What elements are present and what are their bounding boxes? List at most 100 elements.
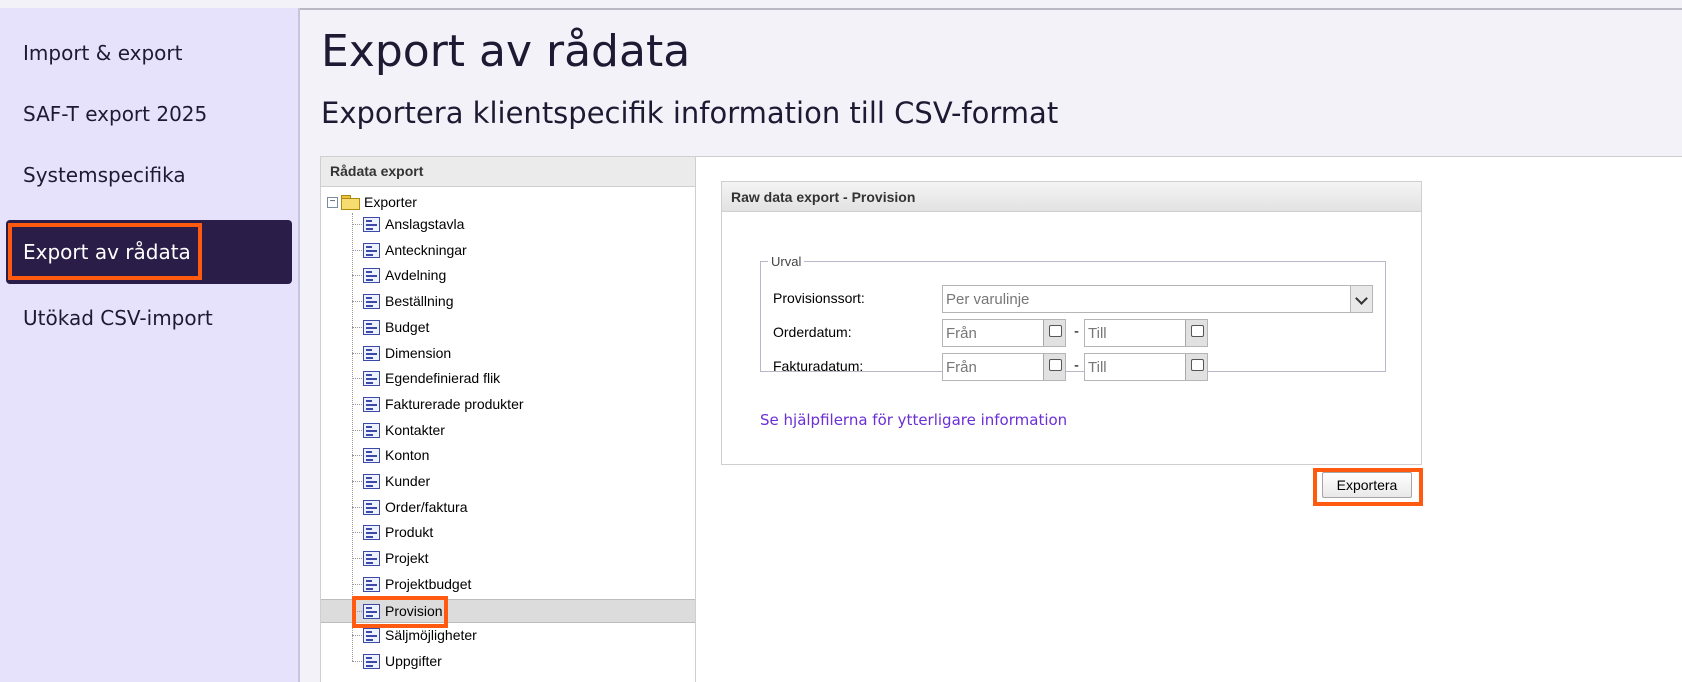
provisionssort-value: Per varulinje xyxy=(946,291,1030,308)
tree-item[interactable]: Kontakter xyxy=(321,419,695,443)
fakturadatum-to-input[interactable]: Till xyxy=(1084,353,1208,381)
urval-legend: Urval xyxy=(771,254,802,269)
tree-item-label: Konton xyxy=(385,447,430,464)
tree-item[interactable]: Budget xyxy=(321,316,695,340)
fakturadatum-to-placeholder: Till xyxy=(1088,359,1107,376)
tree-connector xyxy=(352,249,362,251)
tree-item-label: Budget xyxy=(385,318,430,335)
tree-item-label: Provision xyxy=(385,602,443,619)
collapse-icon[interactable]: − xyxy=(327,196,338,208)
export-button[interactable]: Exportera xyxy=(1322,472,1412,498)
tree-item[interactable]: Säljmöjligheter xyxy=(321,624,695,648)
tree-item-label: Uppgifter xyxy=(385,652,442,669)
list-document-icon xyxy=(363,603,380,619)
top-divider xyxy=(300,8,1682,10)
tree-item[interactable]: Order/faktura xyxy=(321,496,695,520)
tree-connector xyxy=(352,610,362,612)
tree-item-label: Säljmöjligheter xyxy=(385,627,477,644)
tree-item-label: Kunder xyxy=(385,473,431,489)
tree-item-label: Anslagstavla xyxy=(385,216,465,232)
list-document-icon xyxy=(363,499,380,515)
tree-item[interactable]: Fakturerade produkter xyxy=(321,393,695,417)
calendar-icon[interactable] xyxy=(1043,354,1065,380)
tree-item[interactable]: Provision xyxy=(321,598,695,623)
tree-item-label: Dimension xyxy=(385,344,452,361)
list-document-icon xyxy=(363,551,380,567)
list-document-icon xyxy=(363,576,380,592)
list-document-icon xyxy=(363,474,380,489)
tree-connector xyxy=(352,583,362,585)
tree-root-exporter[interactable]: − Exporter xyxy=(327,191,417,213)
tree-item[interactable]: Uppgifter xyxy=(321,650,695,674)
provisionssort-select[interactable]: Per varulinje xyxy=(942,285,1373,313)
tree-item[interactable]: Egendefinierad flik xyxy=(321,367,695,391)
calendar-icon[interactable] xyxy=(1185,320,1207,346)
chevron-down-icon[interactable] xyxy=(1350,286,1372,312)
sidebar-item-utokad-csv-import[interactable]: Utökad CSV-import xyxy=(6,286,292,350)
urval-fieldset: Urval Provisionssort: Per varulinje Orde… xyxy=(760,254,1386,381)
list-document-icon xyxy=(363,217,380,232)
tree-panel: Rådata export − Exporter Anslagstavla Ant… xyxy=(320,156,696,682)
orderdatum-label: Orderdatum: xyxy=(773,324,852,340)
list-document-icon xyxy=(363,396,380,412)
list-document-icon xyxy=(363,525,380,541)
list-document-icon xyxy=(363,371,380,387)
tree-item[interactable]: Anteckningar xyxy=(321,239,695,263)
tree-connector xyxy=(352,481,362,482)
sidebar-item-import-export[interactable]: Import & export xyxy=(6,21,292,85)
fakturadatum-from-input[interactable]: Från xyxy=(942,353,1066,381)
tree-item[interactable]: Projektbudget xyxy=(321,573,695,597)
fakturadatum-from-placeholder: Från xyxy=(946,359,977,376)
tree-item[interactable]: Produkt xyxy=(321,521,695,545)
orderdatum-to-placeholder: Till xyxy=(1088,325,1107,342)
tree-connector xyxy=(352,326,362,328)
orderdatum-from-input[interactable]: Från xyxy=(942,319,1066,347)
sidebar-item-saft-export[interactable]: SAF-T export 2025 xyxy=(6,82,292,146)
tree-item[interactable]: Kunder xyxy=(321,470,695,494)
sidebar: Import & export SAF-T export 2025 System… xyxy=(0,8,300,682)
tree-item[interactable]: Dimension xyxy=(321,342,695,366)
tree-item[interactable]: Anslagstavla xyxy=(321,213,695,237)
tree-item-label: Beställning xyxy=(385,293,454,310)
tree-connector xyxy=(352,378,362,380)
calendar-icon[interactable] xyxy=(1185,354,1207,380)
tree-connector xyxy=(352,506,362,508)
tree-item[interactable]: Avdelning xyxy=(321,264,695,288)
tree-root-label: Exporter xyxy=(364,194,417,210)
tree-item-label: Projektbudget xyxy=(385,575,472,592)
folder-icon xyxy=(340,195,360,210)
tree-item-label: Fakturerade produkter xyxy=(385,395,524,412)
tree-item-label: Projekt xyxy=(385,550,429,567)
list-document-icon xyxy=(363,653,380,669)
tree-item-label: Egendefinierad flik xyxy=(385,370,501,387)
tree-connector xyxy=(352,403,362,405)
sidebar-item-systemspecifika[interactable]: Systemspecifika xyxy=(6,143,292,207)
list-document-icon xyxy=(363,242,380,258)
page-subtitle: Exportera klientspecifik information til… xyxy=(321,96,1059,130)
tree-item[interactable]: Projekt xyxy=(321,547,695,571)
sidebar-item-export-radata[interactable]: Export av rådata xyxy=(6,220,292,284)
orderdatum-to-input[interactable]: Till xyxy=(1084,319,1208,347)
date-separator: - xyxy=(1074,357,1079,374)
tree-connector xyxy=(352,429,362,431)
sidebar-item-label: Export av rådata xyxy=(23,240,191,264)
tree-item-label: Avdelning xyxy=(385,267,447,284)
calendar-icon[interactable] xyxy=(1043,320,1065,346)
provisionssort-label: Provisionssort: xyxy=(773,290,865,306)
list-document-icon xyxy=(363,294,380,310)
tree-connector xyxy=(352,635,362,637)
help-files-link[interactable]: Se hjälpfilerna för ytterligare informat… xyxy=(760,411,1067,429)
date-separator: - xyxy=(1074,323,1079,340)
tree-item[interactable]: Konton xyxy=(321,444,695,468)
orderdatum-from-placeholder: Från xyxy=(946,325,977,342)
list-document-icon xyxy=(363,422,380,438)
tree-item[interactable]: Beställning xyxy=(321,290,695,314)
list-document-icon xyxy=(363,268,380,284)
sidebar-item-label: Utökad CSV-import xyxy=(23,306,213,330)
tree-item-label: Anteckningar xyxy=(385,241,467,258)
tree-item-label: Order/faktura xyxy=(385,498,468,515)
sidebar-item-label: Systemspecifika xyxy=(23,163,186,187)
tree-connector xyxy=(352,224,362,225)
list-document-icon xyxy=(363,628,380,644)
export-panel-header: Raw data export - Provision xyxy=(722,182,1421,212)
